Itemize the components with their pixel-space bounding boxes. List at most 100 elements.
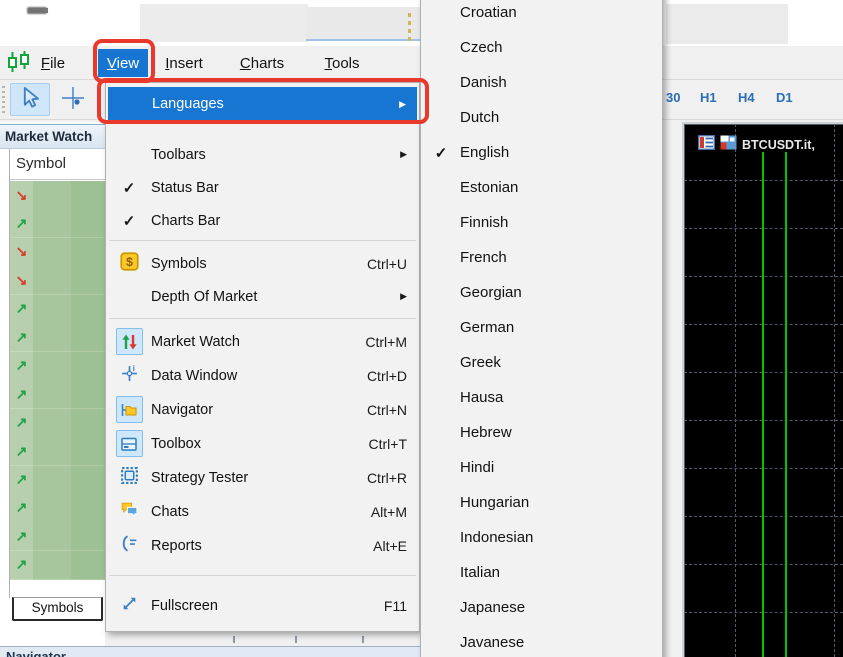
menu-item-strategy-tester[interactable]: Strategy TesterCtrl+R (107, 461, 418, 494)
menu-file[interactable]: File (30, 49, 76, 77)
menu-item-navigator[interactable]: NavigatorCtrl+N (107, 393, 418, 426)
language-item-dutch[interactable]: Dutch (422, 100, 661, 135)
language-label: Japanese (460, 599, 525, 616)
menu-item-depth-of-market[interactable]: Depth Of Market▶ (107, 280, 418, 313)
timeframe-d1[interactable]: D1 (776, 90, 793, 105)
market-watch-row[interactable]: ↘ (10, 266, 105, 295)
price-down-arrow-icon: ↘ (10, 181, 33, 210)
menu-item-reports[interactable]: ReportsAlt+E (107, 529, 418, 562)
language-label: Croatian (460, 4, 517, 21)
language-item-croatian[interactable]: Croatian (422, 0, 661, 30)
language-label: English (460, 144, 509, 161)
menu-item-data-window[interactable]: iData WindowCtrl+D (107, 359, 418, 392)
language-label: Greek (460, 354, 501, 371)
market-watch-row[interactable]: ↗ (10, 323, 105, 352)
market-watch-row[interactable]: ↘ (10, 181, 105, 210)
shortcut-label: Ctrl+T (369, 436, 419, 452)
language-item-danish[interactable]: Danish (422, 65, 661, 100)
crosshair-tool-button[interactable] (57, 85, 89, 115)
market-watch-row[interactable]: ↗ (10, 295, 105, 324)
toolbox-icon (116, 430, 143, 457)
hidden-tab-tick (362, 636, 364, 643)
menu-item-label: Market Watch (151, 334, 240, 350)
svg-text:$: $ (126, 255, 133, 269)
menu-item-label: Fullscreen (151, 598, 218, 614)
timeframe-h1[interactable]: H1 (700, 90, 717, 105)
menu-item-status-bar[interactable]: ✓Status Bar (107, 171, 418, 204)
language-item-czech[interactable]: Czech (422, 30, 661, 65)
language-label: Javanese (460, 634, 524, 651)
menu-item-charts-bar[interactable]: ✓Charts Bar (107, 204, 418, 237)
market-watch-row[interactable]: ↗ (10, 437, 105, 466)
submenu-arrow-icon: ▶ (400, 149, 418, 160)
price-cell (71, 522, 105, 551)
language-item-estonian[interactable]: Estonian (422, 170, 661, 205)
language-label: Hebrew (460, 424, 512, 441)
reports-icon (120, 534, 139, 557)
chart-vertical-line (785, 152, 787, 657)
market-watch-row[interactable]: ↗ (10, 466, 105, 495)
language-item-english[interactable]: ✓English (422, 135, 661, 170)
symbol-cell (33, 209, 71, 238)
menu-item-toolbox[interactable]: ToolboxCtrl+T (107, 427, 418, 460)
svg-text:i: i (132, 364, 134, 373)
language-label: Finnish (460, 214, 508, 231)
menu-item-chats[interactable]: ChatsAlt+M (107, 495, 418, 528)
language-item-hungarian[interactable]: Hungarian (422, 485, 661, 520)
crosshair-icon (60, 85, 86, 116)
language-item-indonesian[interactable]: Indonesian (422, 520, 661, 555)
language-item-greek[interactable]: Greek (422, 345, 661, 380)
language-item-japanese[interactable]: Japanese (422, 590, 661, 625)
market-watch-row[interactable]: ↗ (10, 209, 105, 238)
symbol-cell (33, 437, 71, 466)
language-label: Hungarian (460, 494, 529, 511)
menu-charts[interactable]: Charts (232, 49, 292, 77)
language-item-hindi[interactable]: Hindi (422, 450, 661, 485)
menu-tools[interactable]: Tools (315, 49, 369, 77)
price-down-arrow-icon: ↘ (10, 238, 33, 267)
menu-view[interactable]: View (98, 49, 148, 77)
chart-vertical-line (762, 152, 764, 657)
shortcut-label: Ctrl+U (367, 256, 418, 272)
redacted-block (666, 4, 788, 44)
language-item-javanese[interactable]: Javanese (422, 625, 661, 657)
hidden-tab-tick (233, 636, 235, 643)
toolbar-grip[interactable] (2, 86, 5, 114)
language-item-french[interactable]: French (422, 240, 661, 275)
quotes-table-icon[interactable] (698, 135, 715, 155)
market-watch-icon (116, 328, 143, 355)
market-watch-row[interactable]: ↗ (10, 409, 105, 438)
market-watch-title: Market Watch (0, 124, 105, 149)
language-item-german[interactable]: German (422, 310, 661, 345)
timeframe-h4[interactable]: H4 (738, 90, 755, 105)
language-item-hausa[interactable]: Hausa (422, 380, 661, 415)
market-watch-row[interactable]: ↗ (10, 352, 105, 381)
symbol-column-header[interactable]: Symbol (10, 149, 105, 180)
shortcut-label: Alt+E (373, 538, 418, 554)
timeframe-30[interactable]: 30 (666, 90, 680, 105)
menu-item-symbols[interactable]: $SymbolsCtrl+U (107, 247, 418, 280)
market-watch-row[interactable]: ↗ (10, 494, 105, 523)
checkmark-icon: ✓ (123, 179, 136, 197)
market-watch-row[interactable]: ↗ (10, 380, 105, 409)
price-cell (71, 295, 105, 324)
market-watch-row[interactable]: ↗ (10, 522, 105, 551)
tab-symbols[interactable]: Symbols (12, 597, 103, 621)
chart-window-icon[interactable] (720, 135, 737, 155)
chart-window[interactable]: BTCUSDT.it, (682, 122, 843, 657)
menu-item-languages[interactable]: Languages▶ (108, 87, 417, 121)
menu-item-fullscreen[interactable]: FullscreenF11 (107, 589, 418, 622)
menu-item-toolbars[interactable]: Toolbars▶ (107, 138, 418, 171)
language-item-hebrew[interactable]: Hebrew (422, 415, 661, 450)
language-item-italian[interactable]: Italian (422, 555, 661, 590)
market-watch-row[interactable]: ↘ (10, 238, 105, 267)
symbol-cell (33, 522, 71, 551)
cursor-tool-button[interactable] (10, 83, 50, 116)
menu-insert[interactable]: Insert (156, 49, 212, 77)
menu-item-market-watch[interactable]: Market WatchCtrl+M (107, 325, 418, 358)
market-watch-row[interactable]: ↗ (10, 551, 105, 580)
language-item-finnish[interactable]: Finnish (422, 205, 661, 240)
language-item-georgian[interactable]: Georgian (422, 275, 661, 310)
price-cell (71, 323, 105, 352)
window-title-redacted (44, 8, 48, 13)
